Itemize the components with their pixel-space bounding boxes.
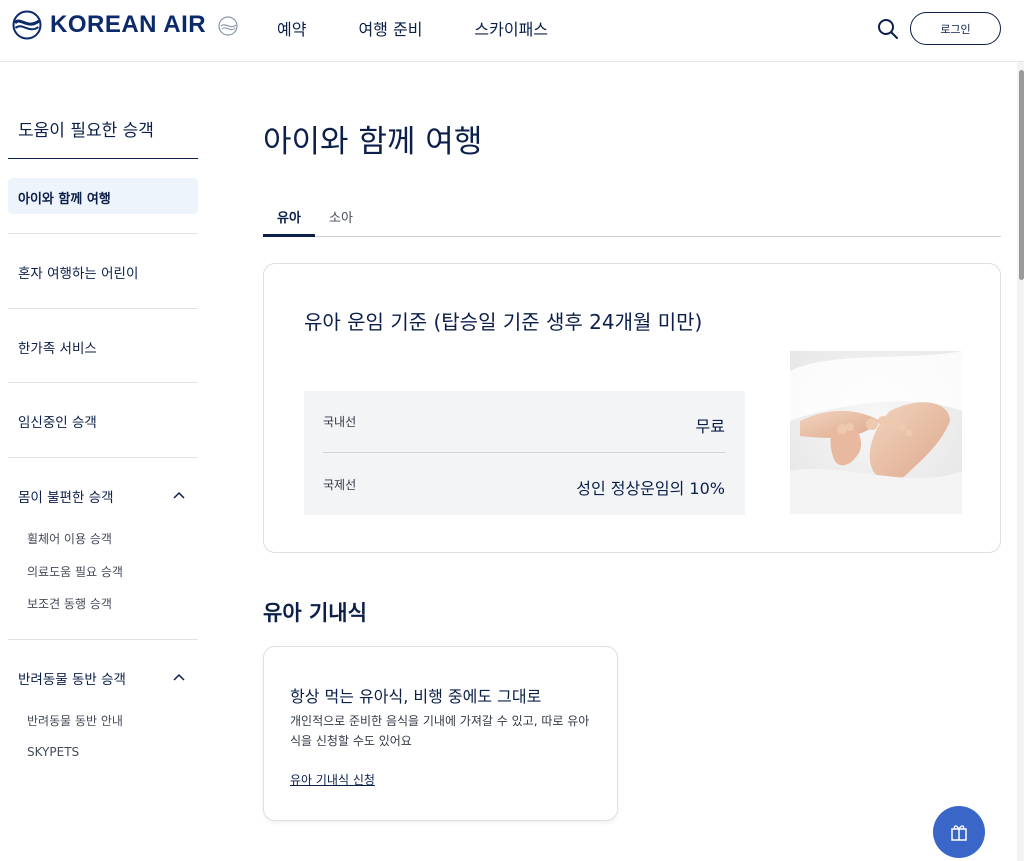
skyteam-logo-icon	[218, 16, 238, 36]
sidebar-title-divider	[8, 158, 198, 159]
search-icon[interactable]	[876, 17, 900, 41]
infant-meal-card: 항상 먹는 유아식, 비행 중에도 그대로 개인적으로 준비한 음식을 기내에 …	[263, 646, 618, 821]
sidebar-divider	[8, 308, 198, 309]
nav-reservation[interactable]: 예약	[277, 16, 306, 40]
login-button[interactable]: 로그인	[910, 12, 1001, 45]
sidebar-subitem-wheelchair[interactable]: 휠체어 이용 승객	[27, 530, 112, 547]
brand-name: KOREAN AIR	[50, 11, 207, 38]
fare-label: 국내선	[323, 415, 357, 429]
fare-row-domestic: 국내선 무료	[304, 391, 745, 453]
sidebar-item-travel-with-kids[interactable]: 아이와 함께 여행	[8, 178, 198, 214]
meal-card-description: 개인적으로 준비한 음식을 기내에 가져갈 수 있고, 따로 유아식을 신청할 …	[290, 714, 590, 748]
sidebar-divider	[8, 457, 198, 458]
sidebar-divider	[8, 382, 198, 383]
gift-icon	[951, 825, 967, 841]
fare-label: 국제선	[323, 478, 357, 492]
fare-value: 무료	[695, 417, 725, 436]
fare-row-international: 국제선 성인 정상운임의 10%	[304, 453, 745, 515]
korean-air-logo[interactable]: KOREAN AIR	[12, 10, 240, 40]
fare-card-title: 유아 운임 기준 (탑승일 기준 생후 24개월 미만)	[304, 310, 703, 334]
sidebar-item-disabled[interactable]: 몸이 불편한 승객	[18, 486, 114, 506]
sidebar-subitem-skypets[interactable]: SKYPETS	[27, 745, 79, 759]
tab-bar: 유아 소아	[263, 203, 1001, 237]
sidebar-title: 도움이 필요한 승객	[18, 121, 154, 141]
infant-meal-request-link[interactable]: 유아 기내식 신청	[290, 771, 375, 788]
sidebar-item-family-service[interactable]: 한가족 서비스	[18, 337, 97, 357]
sidebar-subitem-service-dog[interactable]: 보조견 동행 승객	[27, 595, 112, 612]
scrollbar-thumb[interactable]	[1019, 70, 1024, 280]
tab-infant[interactable]: 유아	[277, 207, 301, 226]
sidebar-subitem-pet-guide[interactable]: 반려동물 동반 안내	[27, 712, 123, 729]
meal-card-title: 항상 먹는 유아식, 비행 중에도 그대로	[290, 687, 542, 706]
chevron-up-icon[interactable]	[172, 490, 186, 500]
site-header: KOREAN AIR 예약 여행 준비 스카이패스 로그인	[0, 0, 1024, 62]
chevron-up-icon[interactable]	[172, 672, 186, 682]
active-tab-indicator	[263, 234, 315, 237]
taegeuk-logo-icon	[12, 10, 42, 40]
meal-section-heading: 유아 기내식	[263, 601, 367, 625]
infant-fare-card: 유아 운임 기준 (탑승일 기준 생후 24개월 미만) 국내선 무료 국제선 …	[263, 263, 1001, 553]
tab-child[interactable]: 소아	[329, 207, 353, 226]
main-nav: 예약 여행 준비 스카이패스	[277, 16, 548, 40]
sidebar-item-pregnant[interactable]: 임신중인 승객	[18, 411, 97, 431]
sidebar-subitem-medical[interactable]: 의료도움 필요 승객	[27, 563, 123, 580]
nav-skypass[interactable]: 스카이패스	[474, 16, 548, 40]
sidebar-item-unaccompanied-minor[interactable]: 혼자 여행하는 어린이	[18, 262, 138, 282]
sidebar-divider	[8, 233, 198, 234]
nav-travel-prep[interactable]: 여행 준비	[358, 16, 422, 40]
floating-action-button[interactable]	[933, 806, 985, 858]
baby-feet-photo	[790, 351, 962, 514]
sidebar-divider	[8, 639, 198, 640]
fare-value: 성인 정상운임의 10%	[576, 479, 725, 498]
fare-table: 국내선 무료 국제선 성인 정상운임의 10%	[304, 391, 745, 515]
sidebar-item-pets[interactable]: 반려동물 동반 승객	[18, 668, 126, 688]
page-title: 아이와 함께 여행	[263, 124, 483, 160]
